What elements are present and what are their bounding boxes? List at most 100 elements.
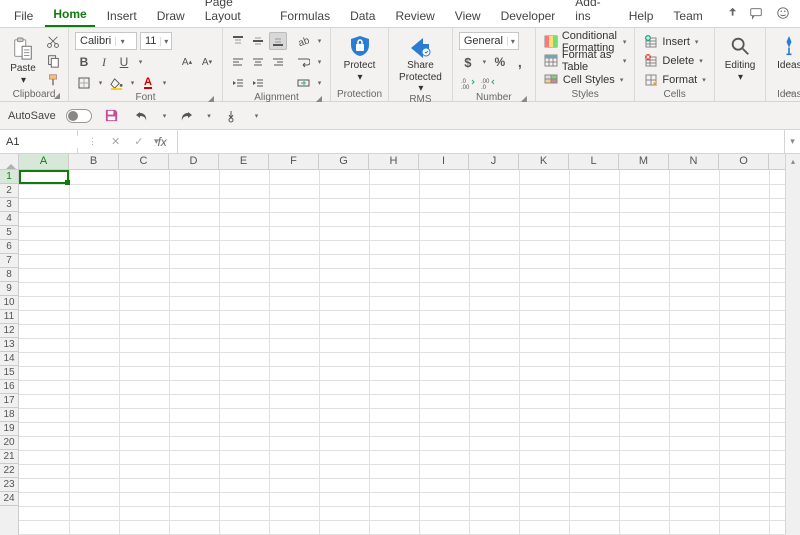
insert-cells-button[interactable]: Insert ▾ bbox=[641, 34, 707, 50]
align-center-button[interactable] bbox=[249, 53, 267, 71]
touch-mode-button[interactable] bbox=[221, 106, 241, 126]
row-header[interactable]: 24 bbox=[0, 492, 18, 506]
col-header[interactable]: L bbox=[569, 154, 619, 169]
tab-addins[interactable]: Add-ins bbox=[567, 0, 616, 27]
accept-formula-icon[interactable]: ✓ bbox=[134, 135, 143, 148]
orientation-button[interactable]: ab bbox=[294, 32, 312, 50]
row-header[interactable]: 21 bbox=[0, 450, 18, 464]
launcher-icon[interactable]: ◢ bbox=[54, 91, 60, 100]
shrink-font-button[interactable]: A▾ bbox=[198, 53, 216, 71]
cell-styles-button[interactable]: Cell Styles ▾ bbox=[542, 72, 629, 88]
align-top-button[interactable] bbox=[229, 32, 247, 50]
col-header[interactable]: K bbox=[519, 154, 569, 169]
collapse-ribbon-button[interactable]: ︿ bbox=[784, 82, 794, 97]
redo-history[interactable]: ▾ bbox=[207, 112, 211, 120]
tab-page-layout[interactable]: Page Layout bbox=[197, 0, 268, 27]
col-header[interactable]: C bbox=[119, 154, 169, 169]
grow-font-button[interactable]: A▴ bbox=[178, 53, 196, 71]
row-header[interactable]: 6 bbox=[0, 240, 18, 254]
undo-history[interactable]: ▾ bbox=[163, 112, 167, 120]
format-as-table-button[interactable]: Format as Table ▾ bbox=[542, 53, 629, 69]
orientation-more[interactable]: ▾ bbox=[314, 32, 324, 50]
row-header[interactable]: 9 bbox=[0, 282, 18, 296]
scroll-up-icon[interactable]: ▴ bbox=[786, 154, 800, 168]
borders-more[interactable]: ▾ bbox=[95, 74, 105, 92]
col-header[interactable]: A bbox=[19, 154, 69, 169]
row-header[interactable]: 19 bbox=[0, 422, 18, 436]
tab-help[interactable]: Help bbox=[621, 4, 662, 27]
protect-button[interactable]: Protect ▾ bbox=[340, 32, 380, 83]
conditional-formatting-button[interactable]: Conditional Formatting ▾ bbox=[542, 34, 629, 50]
active-cell[interactable] bbox=[19, 170, 69, 184]
launcher-icon[interactable]: ◢ bbox=[316, 94, 322, 103]
align-left-button[interactable] bbox=[229, 53, 247, 71]
col-header[interactable]: J bbox=[469, 154, 519, 169]
save-button[interactable] bbox=[102, 106, 122, 126]
decrease-decimal-button[interactable]: .00.0 bbox=[479, 74, 497, 92]
col-header[interactable]: H bbox=[369, 154, 419, 169]
delete-cells-button[interactable]: Delete ▾ bbox=[641, 53, 707, 69]
format-painter-button[interactable] bbox=[44, 71, 62, 89]
share-icon[interactable] bbox=[722, 3, 738, 23]
currency-button[interactable]: $ bbox=[459, 53, 477, 71]
wrap-more[interactable]: ▾ bbox=[314, 53, 324, 71]
ideas-button[interactable]: Ideas bbox=[772, 32, 800, 71]
bold-button[interactable]: B bbox=[75, 53, 93, 71]
row-header[interactable]: 3 bbox=[0, 198, 18, 212]
autosave-toggle[interactable] bbox=[66, 109, 92, 123]
comments-icon[interactable] bbox=[748, 3, 764, 23]
smiley-icon[interactable] bbox=[775, 3, 791, 23]
tab-data[interactable]: Data bbox=[342, 4, 383, 27]
increase-decimal-button[interactable]: .0.00 bbox=[459, 74, 477, 92]
fx-icon[interactable]: fx bbox=[157, 135, 166, 149]
font-size-select[interactable]: 11▾ bbox=[140, 32, 172, 50]
editing-button[interactable]: Editing ▾ bbox=[721, 32, 760, 83]
align-right-button[interactable] bbox=[269, 53, 287, 71]
col-header[interactable]: I bbox=[419, 154, 469, 169]
tab-developer[interactable]: Developer bbox=[493, 4, 564, 27]
fill-more[interactable]: ▾ bbox=[127, 74, 137, 92]
row-header[interactable]: 11 bbox=[0, 310, 18, 324]
underline-more[interactable]: ▾ bbox=[135, 53, 145, 71]
fontcolor-more[interactable]: ▾ bbox=[159, 74, 169, 92]
expand-formula-button[interactable]: ▾ bbox=[784, 130, 800, 153]
name-box[interactable]: ▾ bbox=[0, 130, 78, 153]
row-headers[interactable]: 123456789101112131415161718192021222324 bbox=[0, 170, 19, 535]
row-header[interactable]: 1 bbox=[0, 170, 18, 184]
comma-button[interactable]: , bbox=[511, 53, 529, 71]
redo-button[interactable] bbox=[176, 106, 196, 126]
formula-input[interactable] bbox=[178, 130, 784, 153]
align-bottom-button[interactable] bbox=[269, 32, 287, 50]
col-header[interactable]: F bbox=[269, 154, 319, 169]
row-header[interactable]: 20 bbox=[0, 436, 18, 450]
vertical-scrollbar[interactable]: ▴ bbox=[785, 154, 800, 535]
number-format-select[interactable]: General▾ bbox=[459, 32, 519, 50]
format-cells-button[interactable]: Format ▾ bbox=[641, 72, 707, 88]
copy-button[interactable] bbox=[44, 52, 62, 70]
col-header[interactable]: N bbox=[669, 154, 719, 169]
tab-home[interactable]: Home bbox=[45, 2, 94, 27]
col-header[interactable]: E bbox=[219, 154, 269, 169]
row-header[interactable]: 12 bbox=[0, 324, 18, 338]
paste-button[interactable]: Paste ▾ bbox=[6, 35, 40, 86]
tab-formulas[interactable]: Formulas bbox=[272, 4, 338, 27]
font-name-select[interactable]: Calibri▾ bbox=[75, 32, 137, 50]
tab-review[interactable]: Review bbox=[387, 4, 442, 27]
font-color-button[interactable]: A bbox=[139, 74, 157, 92]
increase-indent-button[interactable] bbox=[249, 74, 267, 92]
percent-button[interactable]: % bbox=[491, 53, 509, 71]
column-headers[interactable]: ABCDEFGHIJKLMNO bbox=[19, 154, 785, 170]
row-header[interactable]: 10 bbox=[0, 296, 18, 310]
col-header[interactable]: G bbox=[319, 154, 369, 169]
row-header[interactable]: 7 bbox=[0, 254, 18, 268]
col-header[interactable]: B bbox=[69, 154, 119, 169]
row-header[interactable]: 22 bbox=[0, 464, 18, 478]
row-header[interactable]: 8 bbox=[0, 268, 18, 282]
currency-more[interactable]: ▾ bbox=[479, 53, 489, 71]
row-header[interactable]: 5 bbox=[0, 226, 18, 240]
share-protected-button[interactable]: Share Protected ▾ bbox=[395, 32, 446, 94]
row-header[interactable]: 23 bbox=[0, 478, 18, 492]
row-header[interactable]: 18 bbox=[0, 408, 18, 422]
col-header[interactable]: M bbox=[619, 154, 669, 169]
qat-customize[interactable]: ▾ bbox=[255, 112, 259, 120]
